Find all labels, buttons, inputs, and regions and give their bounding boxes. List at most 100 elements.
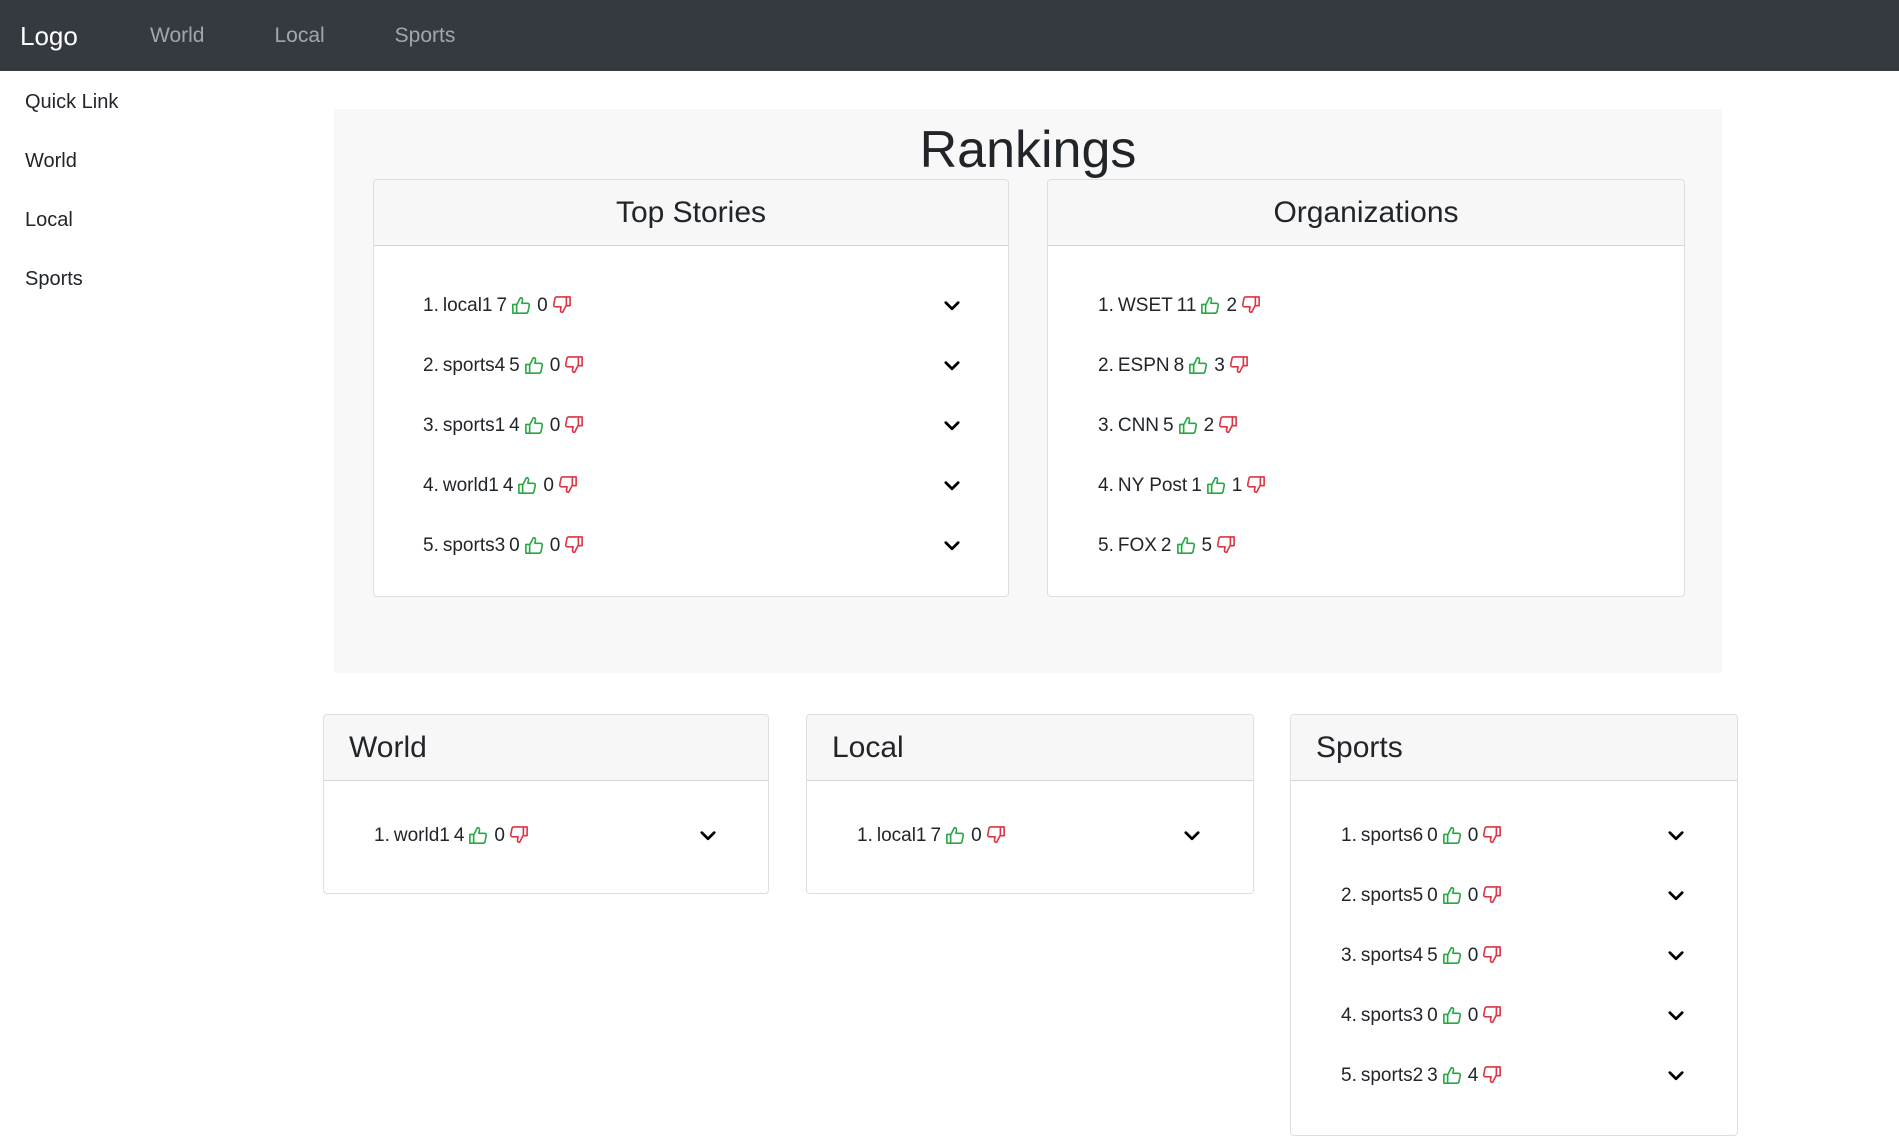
upvote-count: 5 <box>1427 945 1438 966</box>
item-name: WSET <box>1117 295 1173 316</box>
downvote-count: 0 <box>1467 945 1479 966</box>
downvote-count: 3 <box>1214 355 1225 376</box>
chevron-down-icon[interactable] <box>1665 1065 1687 1087</box>
thumbs-down-icon[interactable] <box>552 295 574 317</box>
item-text: 1. local1 7 0 <box>423 295 574 317</box>
downvote-count: 0 <box>537 295 548 316</box>
downvote-count: 4 <box>1467 1065 1479 1086</box>
list-item: 4. NY Post 1 1 <box>1048 456 1684 516</box>
chevron-down-icon[interactable] <box>1665 945 1687 967</box>
upvote-count: 7 <box>930 825 942 846</box>
upvote-count: 0 <box>509 535 520 556</box>
thumbs-up-icon[interactable] <box>524 415 546 437</box>
item-rank: 4. <box>1098 475 1114 496</box>
thumbs-up-icon[interactable] <box>517 475 539 497</box>
upvote-count: 7 <box>496 295 508 316</box>
sidebar-item-sports[interactable]: Sports <box>0 248 230 307</box>
item-rank: 2. <box>1098 355 1114 376</box>
downvote-count: 0 <box>549 535 561 556</box>
thumbs-up-icon[interactable] <box>1442 825 1464 847</box>
item-text: 3. sports1 4 0 <box>423 415 586 437</box>
chevron-down-icon[interactable] <box>1181 825 1203 847</box>
thumbs-down-icon[interactable] <box>1246 475 1268 497</box>
top-stories-header: Top Stories <box>374 180 1008 246</box>
downvote-count: 0 <box>543 475 554 496</box>
upvote-count: 2 <box>1160 535 1172 556</box>
item-name: sports6 <box>1360 825 1424 846</box>
thumbs-up-icon[interactable] <box>511 295 533 317</box>
list-item: 4. world1 4 0 <box>374 456 1008 516</box>
item-text: 1. sports6 0 0 <box>1341 825 1504 847</box>
list-item: 1. WSET 11 2 <box>1048 276 1684 336</box>
sidebar-item-local[interactable]: Local <box>0 189 230 248</box>
thumbs-down-icon[interactable] <box>1218 415 1240 437</box>
organizations-list: 1. WSET 11 2 2. ESPN 8 3 3. CNN 5 2 4. NY Post 1 1 5. FOX… <box>1048 246 1684 576</box>
thumbs-down-icon[interactable] <box>564 535 586 557</box>
thumbs-up-icon[interactable] <box>1442 945 1464 967</box>
item-rank: 1. <box>1341 825 1357 846</box>
thumbs-up-icon[interactable] <box>945 825 967 847</box>
thumbs-down-icon[interactable] <box>986 825 1008 847</box>
item-name: sports4 <box>442 355 506 376</box>
item-text: 3. CNN 5 2 <box>1098 415 1240 437</box>
top-stories-list: 1. local1 7 0 2. sports4 5 0 3. sports1 4 0 4. world1… <box>374 246 1008 576</box>
downvote-count: 0 <box>549 355 561 376</box>
thumbs-up-icon[interactable] <box>468 825 490 847</box>
nav-link-local[interactable]: Local <box>274 24 324 48</box>
chevron-down-icon[interactable] <box>941 535 963 557</box>
thumbs-up-icon[interactable] <box>1442 1005 1464 1027</box>
thumbs-up-icon[interactable] <box>1178 415 1200 437</box>
thumbs-up-icon[interactable] <box>1188 355 1210 377</box>
chevron-down-icon[interactable] <box>697 825 719 847</box>
thumbs-up-icon[interactable] <box>1442 1065 1464 1087</box>
thumbs-down-icon[interactable] <box>1482 1005 1504 1027</box>
item-name: sports1 <box>442 415 506 436</box>
thumbs-down-icon[interactable] <box>509 825 531 847</box>
list-item: 1. local1 7 0 <box>807 806 1253 866</box>
sidebar-item-quick-link[interactable]: Quick Link <box>0 71 230 130</box>
thumbs-up-icon[interactable] <box>1442 885 1464 907</box>
list-item: 3. sports1 4 0 <box>374 396 1008 456</box>
list-item: 1. world1 4 0 <box>324 806 768 866</box>
thumbs-down-icon[interactable] <box>564 355 586 377</box>
upvote-count: 4 <box>502 475 514 496</box>
chevron-down-icon[interactable] <box>941 415 963 437</box>
nav-link-sports[interactable]: Sports <box>395 24 456 48</box>
list-item: 1. local1 7 0 <box>374 276 1008 336</box>
item-text: 2. sports5 0 0 <box>1341 885 1504 907</box>
chevron-down-icon[interactable] <box>941 475 963 497</box>
thumbs-down-icon[interactable] <box>558 475 580 497</box>
upvote-count: 4 <box>509 415 520 436</box>
thumbs-down-icon[interactable] <box>1482 945 1504 967</box>
thumbs-down-icon[interactable] <box>1482 1065 1504 1087</box>
chevron-down-icon[interactable] <box>1665 885 1687 907</box>
item-rank: 2. <box>423 355 439 376</box>
item-text: 4. world1 4 0 <box>423 475 580 497</box>
item-text: 1. world1 4 0 <box>374 825 531 847</box>
thumbs-up-icon[interactable] <box>1176 535 1198 557</box>
chevron-down-icon[interactable] <box>1665 825 1687 847</box>
chevron-down-icon[interactable] <box>941 355 963 377</box>
item-rank: 5. <box>423 535 439 556</box>
chevron-down-icon[interactable] <box>941 295 963 317</box>
thumbs-up-icon[interactable] <box>524 535 546 557</box>
downvote-count: 0 <box>1467 825 1479 846</box>
thumbs-up-icon[interactable] <box>1206 475 1228 497</box>
top-navbar: Logo World Local Sports <box>0 0 1899 71</box>
thumbs-down-icon[interactable] <box>564 415 586 437</box>
item-rank: 4. <box>423 475 439 496</box>
thumbs-down-icon[interactable] <box>1482 825 1504 847</box>
thumbs-up-icon[interactable] <box>1200 295 1222 317</box>
downvote-count: 0 <box>549 415 561 436</box>
local-card-header: Local <box>807 715 1253 781</box>
nav-link-world[interactable]: World <box>150 24 204 48</box>
thumbs-down-icon[interactable] <box>1216 535 1238 557</box>
item-text: 5. sports2 3 4 <box>1341 1065 1504 1087</box>
logo[interactable]: Logo <box>20 23 131 49</box>
chevron-down-icon[interactable] <box>1665 1005 1687 1027</box>
thumbs-down-icon[interactable] <box>1482 885 1504 907</box>
thumbs-down-icon[interactable] <box>1229 355 1251 377</box>
sidebar-item-world[interactable]: World <box>0 130 230 189</box>
thumbs-up-icon[interactable] <box>524 355 546 377</box>
thumbs-down-icon[interactable] <box>1241 295 1263 317</box>
